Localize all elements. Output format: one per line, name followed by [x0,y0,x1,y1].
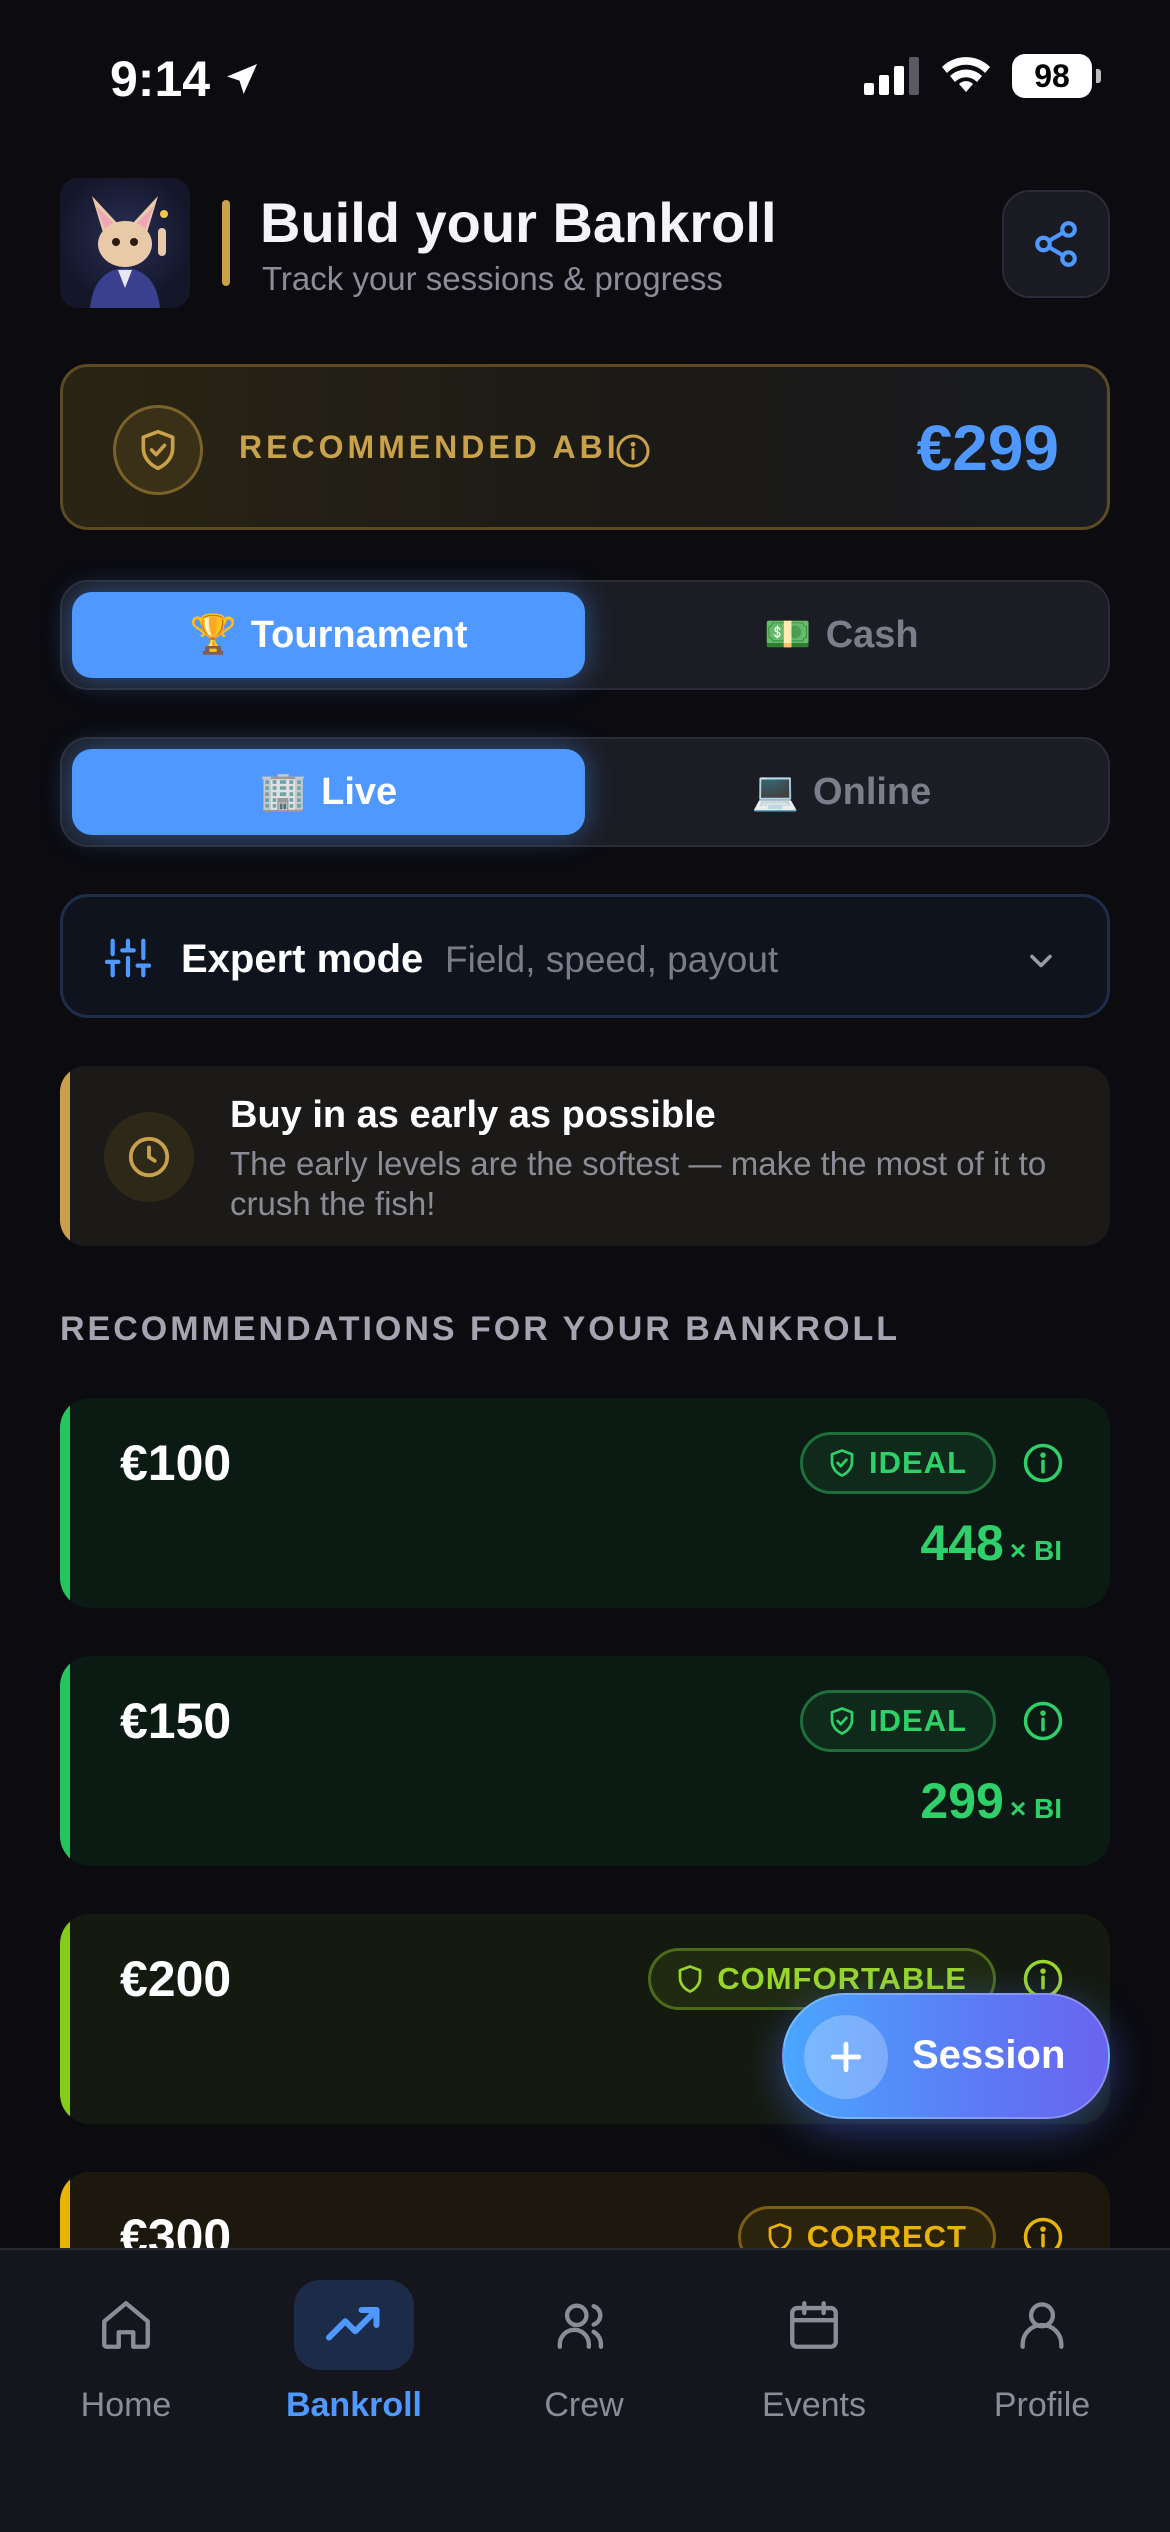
page-title: Build your Bankroll [260,191,777,254]
info-icon [1023,1701,1063,1741]
expert-mode-description: Field, speed, payout [445,939,779,980]
battery-indicator: 98 [1012,54,1101,98]
share-button[interactable] [1002,190,1110,298]
wifi-icon [942,57,990,92]
recommendation-amount: €150 [120,1693,232,1749]
status-bar: 9:14 98 [0,0,1170,150]
avatar[interactable] [60,178,190,308]
nav-label-home: Home [80,2386,172,2424]
abi-value: €299 [916,412,1059,484]
shield-icon [678,1965,702,1993]
tab-cash-label: Cash [825,613,919,656]
buyin-multiple-unit: × BI [1009,1535,1062,1566]
nav-label-bankroll: Bankroll [285,2386,423,2424]
status-time: 9:14 [110,50,262,108]
buyin-multiple-value: 448 [920,1515,1004,1571]
card-accent-bar [60,1914,70,2124]
status-time-text: 9:14 [110,51,211,107]
page-subtitle: Track your sessions & progress [262,260,723,297]
recommended-abi-card: RECOMMENDED ABI €299 [60,364,1110,530]
buyin-multiple: 299 × BI [920,1772,1062,1830]
cellular-signal-icon [864,57,919,95]
status-badge-label: IDEAL [869,1703,967,1738]
building-icon: 🏢 [259,771,308,813]
card-accent-bar [60,1656,70,1866]
tab-online[interactable]: 💻 Online [585,749,1098,835]
buyin-multiple-unit: × BI [1009,1793,1062,1824]
tip-accent-bar [60,1066,70,1246]
chevron-down-icon [1023,943,1059,979]
trophy-icon: 🏆 [189,614,237,656]
nav-label-events: Events [762,2386,866,2424]
info-icon [616,434,650,468]
trending-up-icon [294,2280,414,2370]
shield-check-icon [141,429,175,471]
abi-shield-badge [113,405,203,495]
nav-item-events[interactable]: Events [714,2280,914,2425]
nav-item-home[interactable]: Home [26,2280,226,2425]
header-divider [222,200,230,286]
cash-icon: 💵 [764,614,812,656]
fox-mascot-icon [90,196,168,308]
tip-title: Buy in as early as possible [230,1094,716,1136]
header: Build your Bankroll Track your sessions … [60,178,1110,308]
home-icon [66,2280,186,2370]
buyin-multiple-value: 299 [920,1773,1004,1829]
game-type-toggle: 🏆 Tournament 💵 Cash [60,580,1110,690]
abi-info-button[interactable] [615,433,651,469]
tab-tournament-label: Tournament [250,613,468,656]
recommendation-amount: €200 [120,1951,232,2007]
status-badge-label: IDEAL [869,1445,967,1480]
clock-icon [104,1112,194,1202]
tip-card: Buy in as early as possible The early le… [60,1066,1110,1246]
status-badge-label: COMFORTABLE [717,1961,967,1996]
recommendation-card[interactable]: €150 IDEAL 299 × BI [60,1656,1110,1866]
info-button[interactable] [1022,1442,1064,1484]
nav-item-crew[interactable]: Crew [484,2280,684,2425]
tab-live-label: Live [321,770,398,813]
add-session-button[interactable]: Session [782,1993,1110,2119]
location-arrow-icon [227,64,258,94]
card-accent-bar [60,1398,70,1608]
shield-check-icon [830,1707,854,1735]
abi-label: RECOMMENDED ABI [239,429,620,465]
nav-label-profile: Profile [993,2386,1091,2424]
venue-toggle: 🏢 Live 💻 Online [60,737,1110,847]
users-icon [524,2280,644,2370]
info-icon [1023,1443,1063,1483]
status-indicators: 98 [864,54,1101,98]
plus-icon [804,2015,888,2099]
recommendation-card[interactable]: €100 IDEAL 448 × BI [60,1398,1110,1608]
shield-check-icon [830,1449,854,1477]
recommendations-heading: RECOMMENDATIONS FOR YOUR BANKROLL [60,1310,901,1348]
info-button[interactable] [1022,1700,1064,1742]
status-badge: IDEAL [800,1432,996,1494]
tip-body: The early levels are the softest — make … [230,1145,1047,1222]
share-icon [1035,221,1077,267]
nav-label-crew: Crew [544,2386,624,2424]
calendar-icon [754,2280,874,2370]
tab-cash[interactable]: 💵 Cash [585,592,1098,678]
nav-item-profile[interactable]: Profile [942,2280,1142,2425]
laptop-icon: 💻 [751,771,800,813]
tab-online-label: Online [813,770,932,813]
expert-mode-title: Expert mode [181,937,424,981]
bottom-nav: Home Bankroll Crew Events Profile [0,2248,1170,2532]
add-session-label: Session [912,2033,1066,2077]
user-icon [982,2280,1102,2370]
buyin-multiple: 448 × BI [920,1514,1062,1572]
recommendation-amount: €100 [120,1435,232,1491]
status-badge: IDEAL [800,1690,996,1752]
nav-item-bankroll[interactable]: Bankroll [254,2280,454,2425]
sliders-icon [105,935,151,981]
expert-mode-dropdown[interactable]: Expert mode Field, speed, payout [60,894,1110,1018]
tab-tournament[interactable]: 🏆 Tournament [72,592,585,678]
tab-live[interactable]: 🏢 Live [72,749,585,835]
